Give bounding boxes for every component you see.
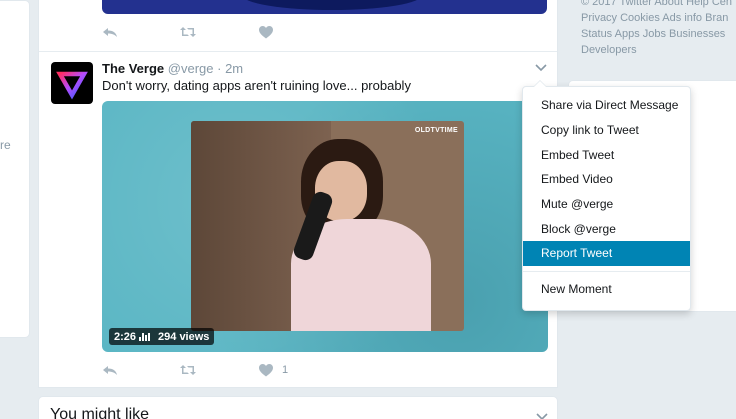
video-views: 294 views [158, 330, 210, 343]
tweet-divider [39, 51, 557, 52]
menu-item-report[interactable]: Report Tweet [523, 241, 690, 266]
timeline: The Verge @verge · 2m Don't worry, datin… [38, 0, 558, 388]
tweet-timestamp[interactable]: 2m [225, 61, 243, 76]
video-info-badge: 2:26 294 views [109, 328, 215, 345]
left-column-text-fragment: re [0, 138, 11, 152]
author-handle[interactable]: @verge [168, 61, 214, 76]
heart-icon [259, 26, 273, 39]
menu-divider [523, 271, 690, 272]
reply-button[interactable] [102, 24, 180, 40]
reply-icon [103, 366, 117, 375]
left-column-card [0, 0, 30, 338]
like-button[interactable]: 1 [258, 362, 336, 378]
tweet-text: Don't worry, dating apps aren't ruining … [102, 78, 411, 93]
avatar[interactable] [51, 62, 93, 104]
footer-line-4[interactable]: Developers [581, 44, 637, 56]
card-menu-button[interactable] [535, 409, 549, 419]
retweet-icon [180, 365, 196, 375]
reply-icon [103, 28, 117, 37]
chevron-down-icon [536, 413, 548, 419]
video-frame: OLDTVTIME [191, 121, 464, 331]
footer-line-3[interactable]: Status Apps Jobs Businesses [581, 28, 725, 40]
you-might-like-card: You might like [38, 396, 558, 419]
tweet-actions: 1 [102, 362, 336, 378]
tweet-menu-button[interactable] [534, 60, 548, 74]
menu-item-share-dm[interactable]: Share via Direct Message [523, 93, 690, 118]
heart-icon [259, 364, 273, 377]
menu-item-block[interactable]: Block @verge [523, 217, 690, 242]
footer-line-1[interactable]: © 2017 Twitter About Help Cen [581, 0, 732, 8]
chevron-down-icon [535, 64, 547, 72]
author-name[interactable]: The Verge [102, 61, 164, 76]
retweet-button[interactable] [180, 24, 258, 40]
like-button[interactable] [258, 24, 336, 40]
header-separator: · [217, 61, 222, 76]
menu-item-new-moment[interactable]: New Moment [523, 277, 690, 302]
tweet-actions-menu: Share via Direct Message Copy link to Tw… [522, 80, 691, 311]
video-stats-icon [139, 332, 151, 341]
you-might-like-title: You might like [50, 406, 150, 419]
tweet-header: The Verge @verge · 2m [102, 61, 243, 76]
menu-item-embed-video[interactable]: Embed Video [523, 167, 690, 192]
menu-item-mute[interactable]: Mute @verge [523, 192, 690, 217]
reply-button[interactable] [102, 362, 180, 378]
menu-item-copy-link[interactable]: Copy link to Tweet [523, 118, 690, 143]
footer-links: © 2017 Twitter About Help Cen Privacy Co… [568, 0, 736, 74]
menu-item-embed-tweet[interactable]: Embed Tweet [523, 143, 690, 168]
previous-tweet-media[interactable] [102, 0, 547, 14]
footer-line-2[interactable]: Privacy Cookies Ads info Bran [581, 12, 728, 24]
previous-tweet-actions [102, 24, 336, 40]
verge-logo-icon [56, 71, 88, 100]
tweet-video[interactable]: OLDTVTIME 2:26 294 views [102, 101, 548, 352]
like-count: 1 [282, 364, 289, 376]
video-duration: 2:26 [114, 330, 137, 343]
video-watermark: OLDTVTIME [414, 127, 458, 134]
retweet-icon [180, 27, 196, 37]
retweet-button[interactable] [180, 362, 258, 378]
